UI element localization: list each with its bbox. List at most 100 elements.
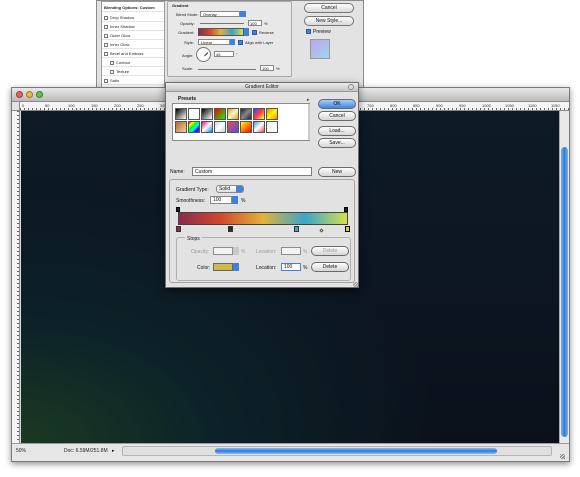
preview-label: Preview <box>313 29 331 35</box>
preset-swatch[interactable] <box>201 108 213 120</box>
style-checkbox[interactable] <box>110 60 114 65</box>
align-checkbox[interactable] <box>238 40 243 45</box>
style-checkbox[interactable] <box>104 78 108 83</box>
angle-dial[interactable] <box>196 47 211 62</box>
gradient-preview[interactable] <box>198 28 244 36</box>
ruler-label: 800 <box>390 103 397 108</box>
scale-field[interactable]: 100 <box>260 65 274 71</box>
preset-swatch[interactable] <box>240 108 252 120</box>
status-bar: 50% Doc: 6.59M/251.8M ▸ <box>12 443 569 461</box>
gradient-settings-group: Gradient Type: Solid Smoothness: 100 % S… <box>169 179 355 283</box>
style-item-drop-shadow[interactable]: Drop Shadow <box>102 14 164 22</box>
horizontal-scroll-thumb[interactable] <box>215 448 497 454</box>
style-item-contour[interactable]: Contour <box>102 59 164 67</box>
ruler-origin[interactable] <box>12 102 20 111</box>
name-field[interactable]: Custom <box>192 167 312 176</box>
color-stop[interactable] <box>228 226 233 232</box>
chevron-down-icon[interactable] <box>244 28 249 36</box>
document-info[interactable]: Doc: 6.59M/251.8M <box>64 448 108 454</box>
preset-swatch[interactable] <box>266 108 278 120</box>
style-item-outer-glow[interactable]: Outer Glow <box>102 32 164 40</box>
preset-swatch[interactable] <box>188 108 200 120</box>
preset-swatch[interactable] <box>227 108 239 120</box>
color-stop-selected[interactable] <box>345 226 350 232</box>
style-checkbox[interactable] <box>104 51 108 56</box>
resize-grip-icon[interactable] <box>353 282 358 287</box>
save-button[interactable]: Save... <box>318 138 356 148</box>
dialog-title: Gradient Editor <box>245 84 279 90</box>
style-item-satin[interactable]: Satin <box>102 77 164 85</box>
new-button[interactable]: New <box>318 167 356 177</box>
preset-swatch[interactable] <box>240 121 252 133</box>
stop-opacity-field[interactable] <box>213 247 233 255</box>
chevron-down-icon[interactable] <box>240 11 246 17</box>
preset-swatch[interactable] <box>175 108 187 120</box>
style-checkbox[interactable] <box>104 33 108 38</box>
style-checkbox[interactable] <box>104 24 108 29</box>
style-checkbox[interactable] <box>110 69 114 74</box>
chevron-right-icon[interactable] <box>232 196 238 204</box>
preset-swatch[interactable] <box>214 121 226 133</box>
preset-swatch[interactable] <box>201 121 213 133</box>
preset-swatch[interactable] <box>188 121 200 133</box>
midpoint-diamond[interactable] <box>319 228 324 233</box>
vertical-scroll-thumb[interactable] <box>561 147 568 437</box>
zoom-level[interactable]: 50% <box>16 448 26 454</box>
chevron-right-icon[interactable]: ▸ <box>112 448 115 454</box>
chevron-right-icon[interactable] <box>233 263 239 271</box>
preset-swatch[interactable] <box>175 121 187 133</box>
color-location-field[interactable]: 100 <box>281 263 301 271</box>
delete-opacity-stop-button[interactable]: Delete <box>311 246 349 256</box>
opacity-location-label: Location: <box>256 249 277 255</box>
style-item-inner-shadow[interactable]: Inner Shadow <box>102 23 164 31</box>
close-window-icon[interactable] <box>16 91 23 98</box>
gradient-overlay-group: Gradient Blend Mode: Overlay Opacity: 10… <box>167 1 292 77</box>
stop-color-swatch[interactable] <box>213 263 233 271</box>
presets-scrollbar[interactable] <box>308 104 310 140</box>
ruler-label: 50 <box>45 103 50 108</box>
style-item-inner-glow[interactable]: Inner Glow <box>102 41 164 49</box>
delete-color-stop-button[interactable]: Delete <box>311 262 349 272</box>
opacity-field[interactable]: 100 <box>248 20 262 26</box>
preset-swatch[interactable] <box>214 108 226 120</box>
scale-slider[interactable] <box>198 69 256 70</box>
angle-field[interactable]: 45 <box>214 51 234 57</box>
zoom-window-icon[interactable] <box>36 91 43 98</box>
preset-swatch[interactable] <box>253 108 265 120</box>
blend-mode-select[interactable]: Overlay <box>200 11 240 17</box>
style-select[interactable]: Linear <box>198 39 230 45</box>
cancel-button[interactable]: Cancel <box>304 3 354 13</box>
gradient-type-select[interactable]: Solid <box>216 185 244 193</box>
preset-swatch[interactable] <box>227 121 239 133</box>
gradient-editor-titlebar[interactable]: Gradient Editor <box>166 83 358 92</box>
options-icon[interactable] <box>348 84 354 90</box>
smoothness-field[interactable]: 100 <box>210 196 232 204</box>
style-item-texture[interactable]: Texture <box>102 68 164 76</box>
style-item-bevel-and-emboss[interactable]: Bevel and Emboss <box>102 50 164 58</box>
gradient-bar[interactable] <box>178 212 348 225</box>
reverse-checkbox[interactable] <box>252 30 257 35</box>
chevron-down-icon[interactable] <box>230 39 235 45</box>
cancel-button[interactable]: Cancel <box>318 111 356 121</box>
preview-checkbox[interactable] <box>306 29 311 34</box>
style-checkbox[interactable] <box>104 15 108 20</box>
scale-label: Scale: <box>182 66 194 71</box>
vertical-ruler[interactable] <box>12 111 20 443</box>
preset-swatch[interactable] <box>253 121 265 133</box>
preset-swatch[interactable] <box>266 121 278 133</box>
vertical-scrollbar[interactable] <box>559 111 569 443</box>
style-checkbox[interactable] <box>104 42 108 47</box>
blending-options-item[interactable]: Blending Options: Custom <box>102 4 164 12</box>
horizontal-scrollbar[interactable] <box>122 446 552 456</box>
opacity-slider[interactable] <box>200 23 244 24</box>
new-style-button[interactable]: New Style... <box>304 16 354 26</box>
presets-menu-icon[interactable]: ▸ <box>307 97 310 103</box>
color-stop[interactable] <box>176 226 181 232</box>
resize-grip-icon[interactable] <box>560 454 565 459</box>
color-stop[interactable] <box>294 226 299 232</box>
minimize-window-icon[interactable] <box>26 91 33 98</box>
opacity-location-field[interactable] <box>281 247 301 255</box>
ok-button[interactable]: OK <box>318 99 356 109</box>
load-button[interactable]: Load... <box>318 126 356 136</box>
style-item-label: Drop Shadow <box>110 15 135 20</box>
